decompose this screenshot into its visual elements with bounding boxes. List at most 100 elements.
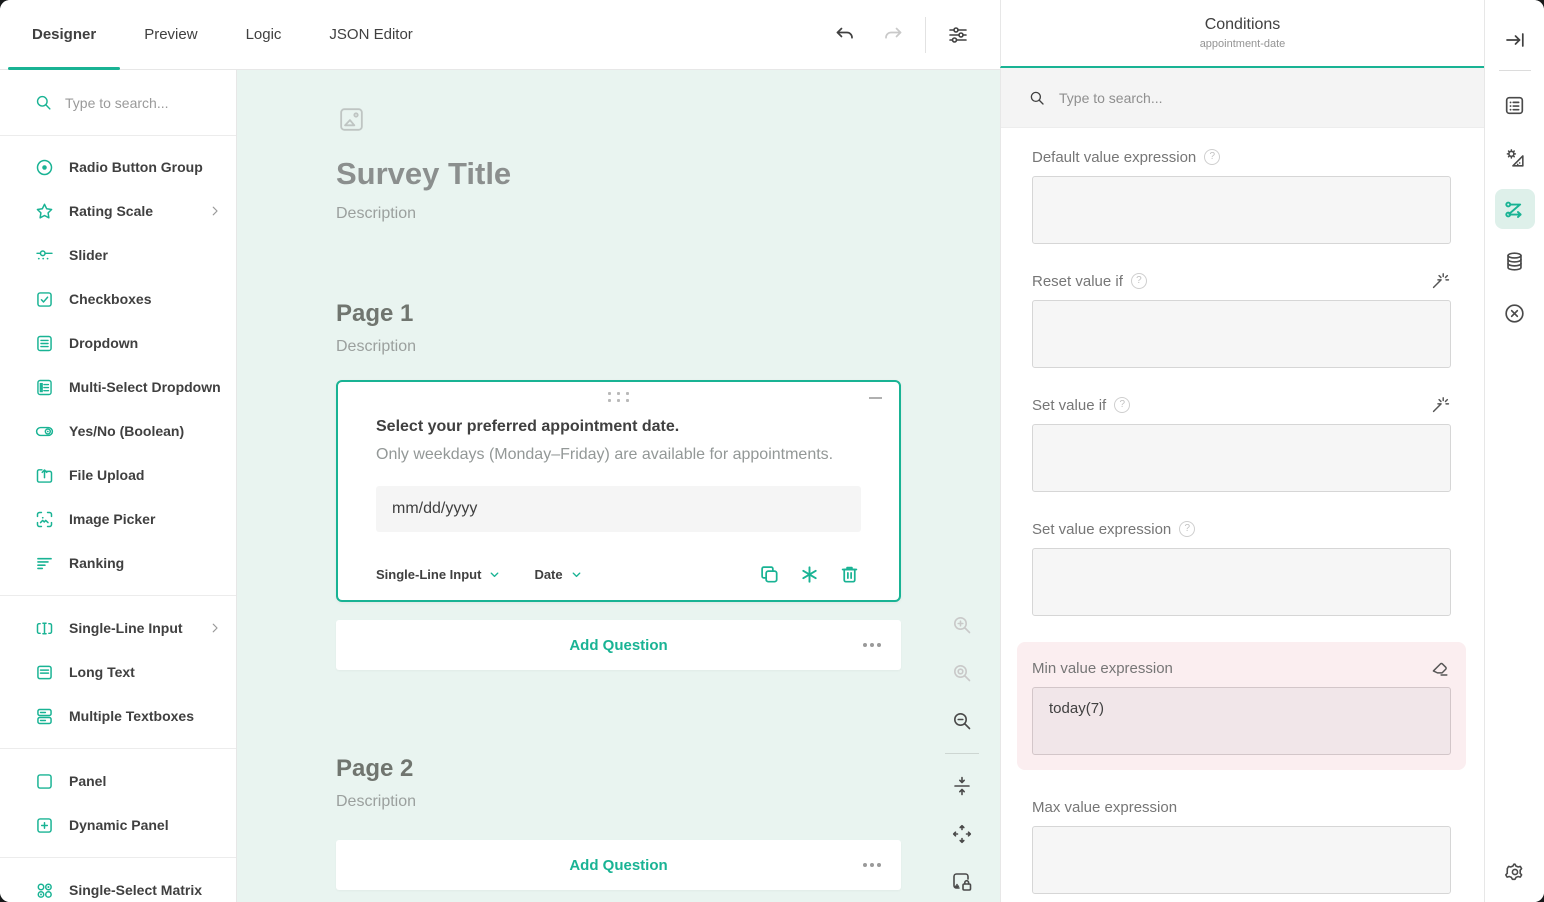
survey-title[interactable]: Survey Title bbox=[336, 155, 1000, 193]
settings-sliders-icon[interactable] bbox=[942, 19, 974, 51]
collapse-all-pages-icon[interactable] bbox=[950, 774, 974, 798]
toolbox-item-boolean[interactable]: Yes/No (Boolean) bbox=[0, 409, 236, 453]
toolbox-item-label: Ranking bbox=[69, 555, 124, 571]
property-panel-title: Conditions bbox=[1205, 16, 1281, 34]
page1-description[interactable]: Description bbox=[336, 338, 1000, 356]
redo-icon[interactable] bbox=[877, 19, 909, 51]
strip-divider bbox=[1499, 70, 1531, 71]
survey-creator-window: Designer Preview Logic JSON Editor bbox=[0, 0, 1544, 902]
add-question-button-page2[interactable]: Add Question bbox=[336, 840, 901, 890]
more-menu-icon[interactable] bbox=[857, 857, 887, 873]
tab-logic[interactable]: Logic bbox=[222, 0, 306, 69]
toolbox-item-radio-button-group[interactable]: Radio Button Group bbox=[0, 145, 236, 189]
data-panel-icon[interactable] bbox=[1495, 241, 1535, 281]
toolbox-item-dynamic-panel[interactable]: Dynamic Panel bbox=[0, 803, 236, 847]
tab-designer[interactable]: Designer bbox=[8, 0, 120, 69]
toolbar-actions bbox=[829, 0, 1000, 69]
toolbox-item-label: Dynamic Panel bbox=[69, 817, 169, 833]
help-icon[interactable] bbox=[1114, 397, 1130, 413]
set-value-if-input[interactable] bbox=[1032, 424, 1451, 492]
question-description[interactable]: Only weekdays (Monday–Friday) are availa… bbox=[376, 444, 861, 466]
toolbox-item-slider[interactable]: Slider bbox=[0, 233, 236, 277]
field-label: Min value expression bbox=[1032, 660, 1173, 677]
magic-wand-icon[interactable] bbox=[1429, 270, 1451, 292]
drag-canvas-icon[interactable] bbox=[950, 822, 974, 846]
zoom-out-icon[interactable] bbox=[950, 709, 974, 733]
toolbox-item-single-select-matrix[interactable]: Single-Select Matrix bbox=[0, 868, 236, 902]
tab-preview[interactable]: Preview bbox=[120, 0, 221, 69]
add-question-button-page1[interactable]: Add Question bbox=[336, 620, 901, 670]
property-panel-subtitle: appointment-date bbox=[1200, 38, 1286, 50]
more-menu-icon[interactable] bbox=[857, 637, 887, 653]
appearance-panel-icon[interactable] bbox=[1495, 137, 1535, 177]
delete-icon[interactable] bbox=[838, 563, 861, 586]
collapse-question-icon[interactable] bbox=[865, 388, 885, 402]
view-tabs: Designer Preview Logic JSON Editor bbox=[0, 0, 437, 69]
help-icon[interactable] bbox=[1204, 149, 1220, 165]
toolbox-item-single-line-input[interactable]: Single-Line Input bbox=[0, 606, 236, 650]
multiple-textboxes-icon bbox=[34, 706, 55, 727]
zoom-in-icon[interactable] bbox=[950, 613, 974, 637]
search-icon bbox=[34, 93, 53, 112]
settings-gear-icon[interactable] bbox=[1495, 852, 1535, 892]
zoom-actual-size-icon[interactable] bbox=[950, 661, 974, 685]
lock-page-icon[interactable] bbox=[950, 870, 974, 894]
property-panel: Default value expression Reset value if … bbox=[1000, 68, 1484, 902]
toolbox-item-long-text[interactable]: Long Text bbox=[0, 650, 236, 694]
max-value-expression-input[interactable] bbox=[1032, 826, 1451, 894]
required-icon[interactable] bbox=[798, 563, 821, 586]
image-placeholder-icon[interactable] bbox=[336, 104, 1000, 135]
highlighted-field-section: Min value expression today(7) bbox=[1017, 642, 1466, 770]
toolbox-item-dropdown[interactable]: Dropdown bbox=[0, 321, 236, 365]
toolbox-item-label: Single-Line Input bbox=[69, 620, 183, 636]
page2-description[interactable]: Description bbox=[336, 793, 1000, 811]
collapse-panel-icon[interactable] bbox=[1495, 20, 1535, 60]
toolbox-item-panel[interactable]: Panel bbox=[0, 759, 236, 803]
long-text-icon bbox=[34, 662, 55, 683]
duplicate-icon[interactable] bbox=[758, 563, 781, 586]
field-reset-value-if: Reset value if bbox=[1032, 270, 1451, 368]
toolbox-item-rating-scale[interactable]: Rating Scale bbox=[0, 189, 236, 233]
input-type-selector[interactable]: Date bbox=[534, 567, 582, 582]
page1-title[interactable]: Page 1 bbox=[336, 299, 1000, 329]
multi-select-dropdown-icon bbox=[34, 377, 55, 398]
question-title[interactable]: Select your preferred appointment date. bbox=[376, 416, 861, 438]
help-icon[interactable] bbox=[1131, 273, 1147, 289]
eraser-icon[interactable] bbox=[1429, 657, 1451, 679]
toolbox-item-multi-select-dropdown[interactable]: Multi-Select Dropdown bbox=[0, 365, 236, 409]
question-card-appointment-date[interactable]: Select your preferred appointment date. … bbox=[336, 380, 901, 602]
undo-icon[interactable] bbox=[829, 19, 861, 51]
tab-json-editor[interactable]: JSON Editor bbox=[305, 0, 436, 69]
date-input[interactable]: mm/dd/yyyy bbox=[376, 486, 861, 532]
toolbox-item-checkboxes[interactable]: Checkboxes bbox=[0, 277, 236, 321]
help-icon[interactable] bbox=[1179, 521, 1195, 537]
general-panel-icon[interactable] bbox=[1495, 85, 1535, 125]
set-value-expression-input[interactable] bbox=[1032, 548, 1451, 616]
field-label: Set value expression bbox=[1032, 521, 1171, 538]
dynamic-panel-icon bbox=[34, 815, 55, 836]
survey-description[interactable]: Description bbox=[336, 205, 1000, 223]
field-set-value-expression: Set value expression bbox=[1032, 518, 1451, 616]
reset-value-if-input[interactable] bbox=[1032, 300, 1451, 368]
page2-title[interactable]: Page 2 bbox=[336, 754, 1000, 784]
toolbox-search-input[interactable] bbox=[65, 95, 195, 111]
chevron-right-icon[interactable] bbox=[208, 621, 222, 635]
toolbox-item-ranking[interactable]: Ranking bbox=[0, 541, 236, 585]
toolbox-item-multiple-textboxes[interactable]: Multiple Textboxes bbox=[0, 694, 236, 738]
dropdown-icon bbox=[34, 333, 55, 354]
min-value-expression-input[interactable]: today(7) bbox=[1032, 687, 1451, 755]
default-value-expression-input[interactable] bbox=[1032, 176, 1451, 244]
toolbox-item-file-upload[interactable]: File Upload bbox=[0, 453, 236, 497]
slider-icon bbox=[34, 245, 55, 266]
validation-panel-icon[interactable] bbox=[1495, 293, 1535, 333]
question-type-selector[interactable]: Single-Line Input bbox=[376, 567, 501, 582]
conditions-panel-icon[interactable] bbox=[1495, 189, 1535, 229]
property-search-input[interactable] bbox=[1059, 90, 1460, 106]
single-line-input-icon bbox=[34, 618, 55, 639]
drag-handle[interactable] bbox=[606, 390, 632, 405]
toolbox-item-image-picker[interactable]: Image Picker bbox=[0, 497, 236, 541]
toolbox-item-label: Panel bbox=[69, 773, 106, 789]
chevron-right-icon[interactable] bbox=[208, 204, 222, 218]
magic-wand-icon[interactable] bbox=[1429, 394, 1451, 416]
field-label: Set value if bbox=[1032, 397, 1106, 414]
